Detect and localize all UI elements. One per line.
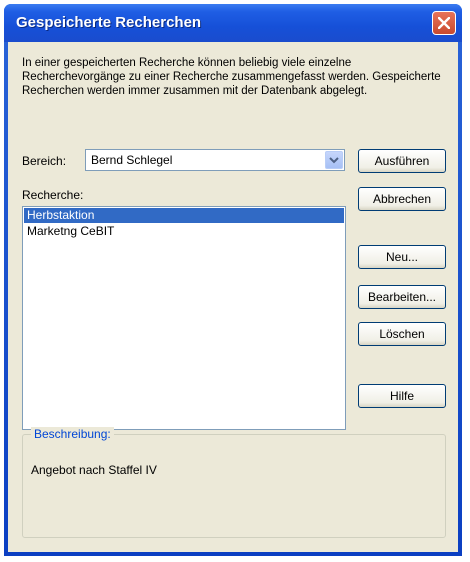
- list-item-herbstaktion[interactable]: Herbstaktion: [24, 208, 344, 223]
- bereich-value: Bernd Schlegel: [91, 153, 173, 167]
- chevron-down-icon: [329, 157, 339, 164]
- bereich-dropdown-button[interactable]: [325, 151, 343, 169]
- recherche-label: Recherche:: [22, 188, 84, 202]
- beschreibung-title: Beschreibung:: [31, 427, 114, 441]
- beschreibung-groupbox: Beschreibung: Angebot nach Staffel IV: [22, 427, 446, 538]
- bearbeiten-button[interactable]: Bearbeiten...: [358, 285, 446, 309]
- list-item-marketing-cebit[interactable]: Marketng CeBIT: [24, 224, 344, 239]
- loeschen-button[interactable]: Löschen: [358, 322, 446, 346]
- recherche-listbox[interactable]: Herbstaktion Marketng CeBIT: [22, 206, 346, 430]
- bereich-label: Bereich:: [22, 154, 67, 168]
- title-bar[interactable]: Gespeicherte Recherchen: [4, 4, 462, 42]
- bereich-combobox[interactable]: Bernd Schlegel: [85, 149, 345, 171]
- abbrechen-button[interactable]: Abbrechen: [358, 187, 446, 211]
- ausfuehren-button[interactable]: Ausführen: [358, 149, 446, 173]
- window-title: Gespeicherte Recherchen: [16, 14, 202, 31]
- hilfe-button[interactable]: Hilfe: [358, 384, 446, 408]
- dialog-window: Gespeicherte Recherchen In einer gespeic…: [4, 4, 462, 556]
- dialog-client-area: In einer gespeicherten Recherche können …: [8, 42, 458, 552]
- intro-text: In einer gespeicherten Recherche können …: [22, 57, 441, 97]
- close-icon: [438, 17, 450, 29]
- close-button[interactable]: [432, 11, 456, 35]
- neu-button[interactable]: Neu...: [358, 245, 446, 269]
- beschreibung-text: Angebot nach Staffel IV: [31, 463, 157, 477]
